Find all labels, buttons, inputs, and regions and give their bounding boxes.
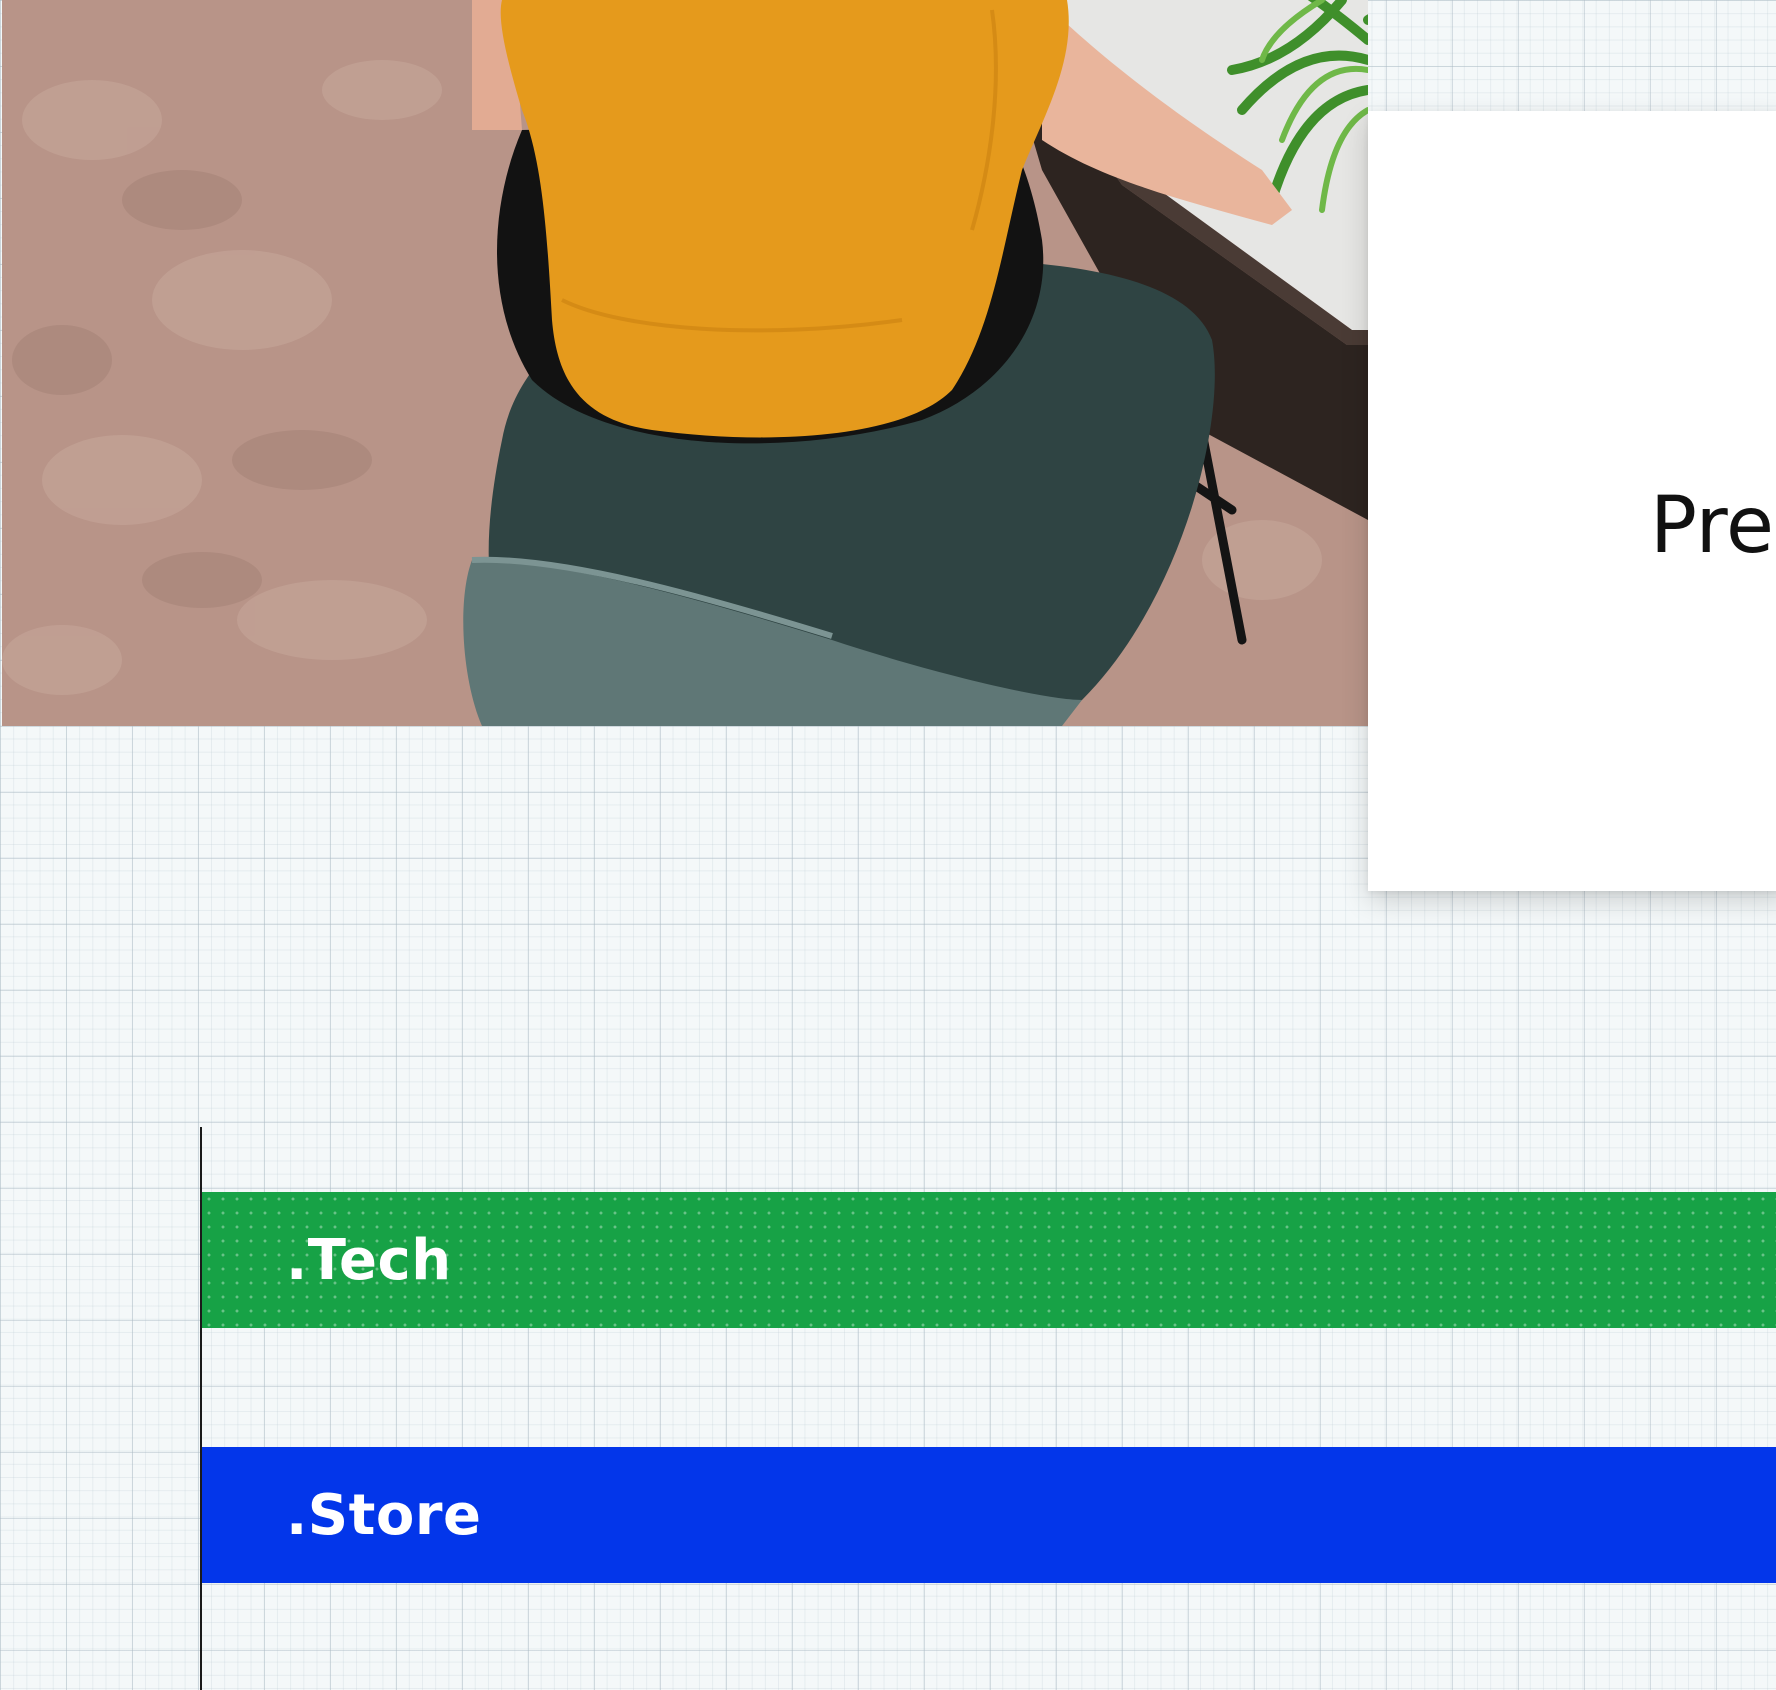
extension-label-tech: .Tech [286, 1227, 452, 1293]
hero-photo [2, 0, 1368, 726]
promo-card-text: Pre [1650, 481, 1775, 571]
extension-label-store: .Store [286, 1482, 482, 1548]
extension-bar-tech: .Tech [202, 1192, 1776, 1328]
photo-person-at-desk-icon [2, 0, 1368, 726]
promo-card: Pre [1368, 111, 1776, 891]
extension-bar-store: .Store [202, 1447, 1776, 1583]
